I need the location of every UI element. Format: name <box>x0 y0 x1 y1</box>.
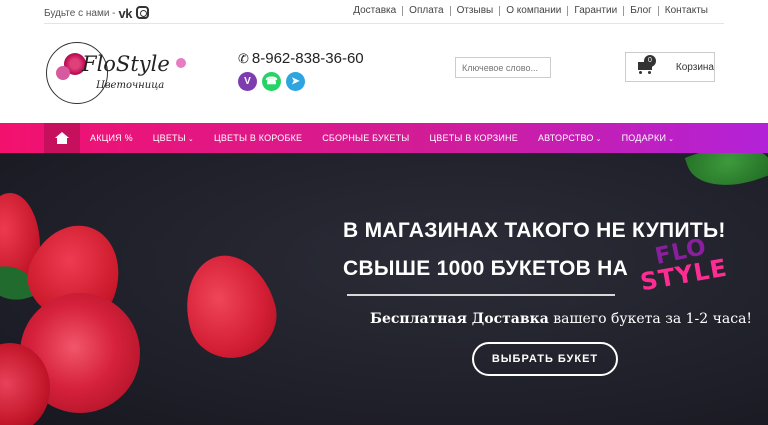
home-icon <box>55 132 69 144</box>
top-link-about[interactable]: О компании <box>499 6 567 16</box>
top-bar: Будьте с нами - vk Доставка Оплата Отзыв… <box>44 0 724 24</box>
leaf-decoration <box>684 153 768 201</box>
main-nav: АКЦИЯ % ЦВЕТЫ ⌄ ЦВЕТЫ В КОРОБКЕ СБОРНЫЕ Б… <box>0 123 768 153</box>
nav-item-sale[interactable]: АКЦИЯ % <box>80 133 143 143</box>
nav-item-label: ПОДАРКИ <box>621 133 667 143</box>
logo-accent-icon <box>176 58 186 68</box>
nav-item-mixed-bouquets[interactable]: СБОРНЫЕ БУКЕТЫ <box>312 133 419 143</box>
nav-item-label: АВТОРСТВО <box>537 133 594 143</box>
search-input[interactable] <box>455 57 551 78</box>
nav-item-label: ЦВЕТЫ В КОРОБКЕ <box>214 133 303 143</box>
social-follow: Будьте с нами - vk <box>44 6 149 21</box>
messenger-links: V ☎ ➤ <box>238 72 305 91</box>
top-link-payment[interactable]: Оплата <box>402 6 449 16</box>
nav-item-flowers-in-basket[interactable]: ЦВЕТЫ В КОРЗИНЕ <box>419 133 528 143</box>
choose-bouquet-button[interactable]: ВЫБРАТЬ БУКЕТ <box>472 342 618 376</box>
delivery-bold: Бесплатная Доставка <box>370 311 549 327</box>
hero-headline: В МАГАЗИНАХ ТАКОГО НЕ КУПИТЬ! <box>343 219 726 242</box>
top-links: Доставка Оплата Отзывы О компании Гарант… <box>347 6 714 16</box>
top-link-guarantees[interactable]: Гарантии <box>567 6 623 16</box>
follow-text: Будьте с нами - <box>44 8 116 19</box>
logo-flower-small-icon <box>56 66 70 80</box>
nav-item-label: СБОРНЫЕ БУКЕТЫ <box>322 133 410 143</box>
rose-petal-decoration <box>174 245 286 368</box>
nav-item-gifts[interactable]: ПОДАРКИ ⌄ <box>612 133 685 143</box>
delivery-rest: вашего букета за 1-2 часа! <box>548 311 753 327</box>
brand-style: STYLE <box>638 253 730 297</box>
hero-banner: В МАГАЗИНАХ ТАКОГО НЕ КУПИТЬ! СВЫШЕ 1000… <box>0 153 768 425</box>
nav-item-flowers-in-box[interactable]: ЦВЕТЫ В КОРОБКЕ <box>204 133 312 143</box>
hero-subheadline: СВЫШЕ 1000 БУКЕТОВ НА <box>343 257 629 280</box>
top-link-contacts[interactable]: Контакты <box>657 6 714 16</box>
phone-number[interactable]: ✆ 8-962-838-36-60 <box>238 50 364 67</box>
phone-icon: ✆ <box>238 50 249 66</box>
nav-item-authorship[interactable]: АВТОРСТВО ⌄ <box>528 133 612 143</box>
phone-text: 8-962-838-36-60 <box>251 50 364 67</box>
instagram-icon[interactable] <box>135 6 149 19</box>
nav-item-label: ЦВЕТЫ В КОРЗИНЕ <box>429 133 518 143</box>
telegram-icon[interactable]: ➤ <box>286 72 305 91</box>
nav-item-label: ЦВЕТЫ <box>152 133 186 143</box>
logo-title: FloStyle <box>82 52 170 76</box>
top-link-delivery[interactable]: Доставка <box>347 6 402 16</box>
vk-icon[interactable]: vk <box>119 6 133 21</box>
chevron-down-icon: ⌄ <box>595 136 602 143</box>
nav-item-label: АКЦИЯ % <box>90 133 133 143</box>
top-link-reviews[interactable]: Отзывы <box>449 6 500 16</box>
whatsapp-icon[interactable]: ☎ <box>262 72 281 91</box>
home-button[interactable] <box>44 123 80 153</box>
hero-delivery-text: Бесплатная Доставка вашего букета за 1-2… <box>370 311 752 327</box>
cart-button[interactable]: Корзина <box>625 52 715 82</box>
site-logo[interactable]: FloStyle Цветочница <box>44 38 194 108</box>
hero-divider <box>347 294 615 296</box>
cart-label: Корзина <box>675 61 714 73</box>
nav-item-flowers[interactable]: ЦВЕТЫ ⌄ <box>143 133 204 143</box>
cart-count-badge: 0 <box>644 55 656 67</box>
viber-icon[interactable]: V <box>238 72 257 91</box>
logo-subtitle: Цветочница <box>96 80 165 91</box>
top-link-blog[interactable]: Блог <box>623 6 658 16</box>
chevron-down-icon: ⌄ <box>668 136 675 143</box>
chevron-down-icon: ⌄ <box>187 136 194 143</box>
